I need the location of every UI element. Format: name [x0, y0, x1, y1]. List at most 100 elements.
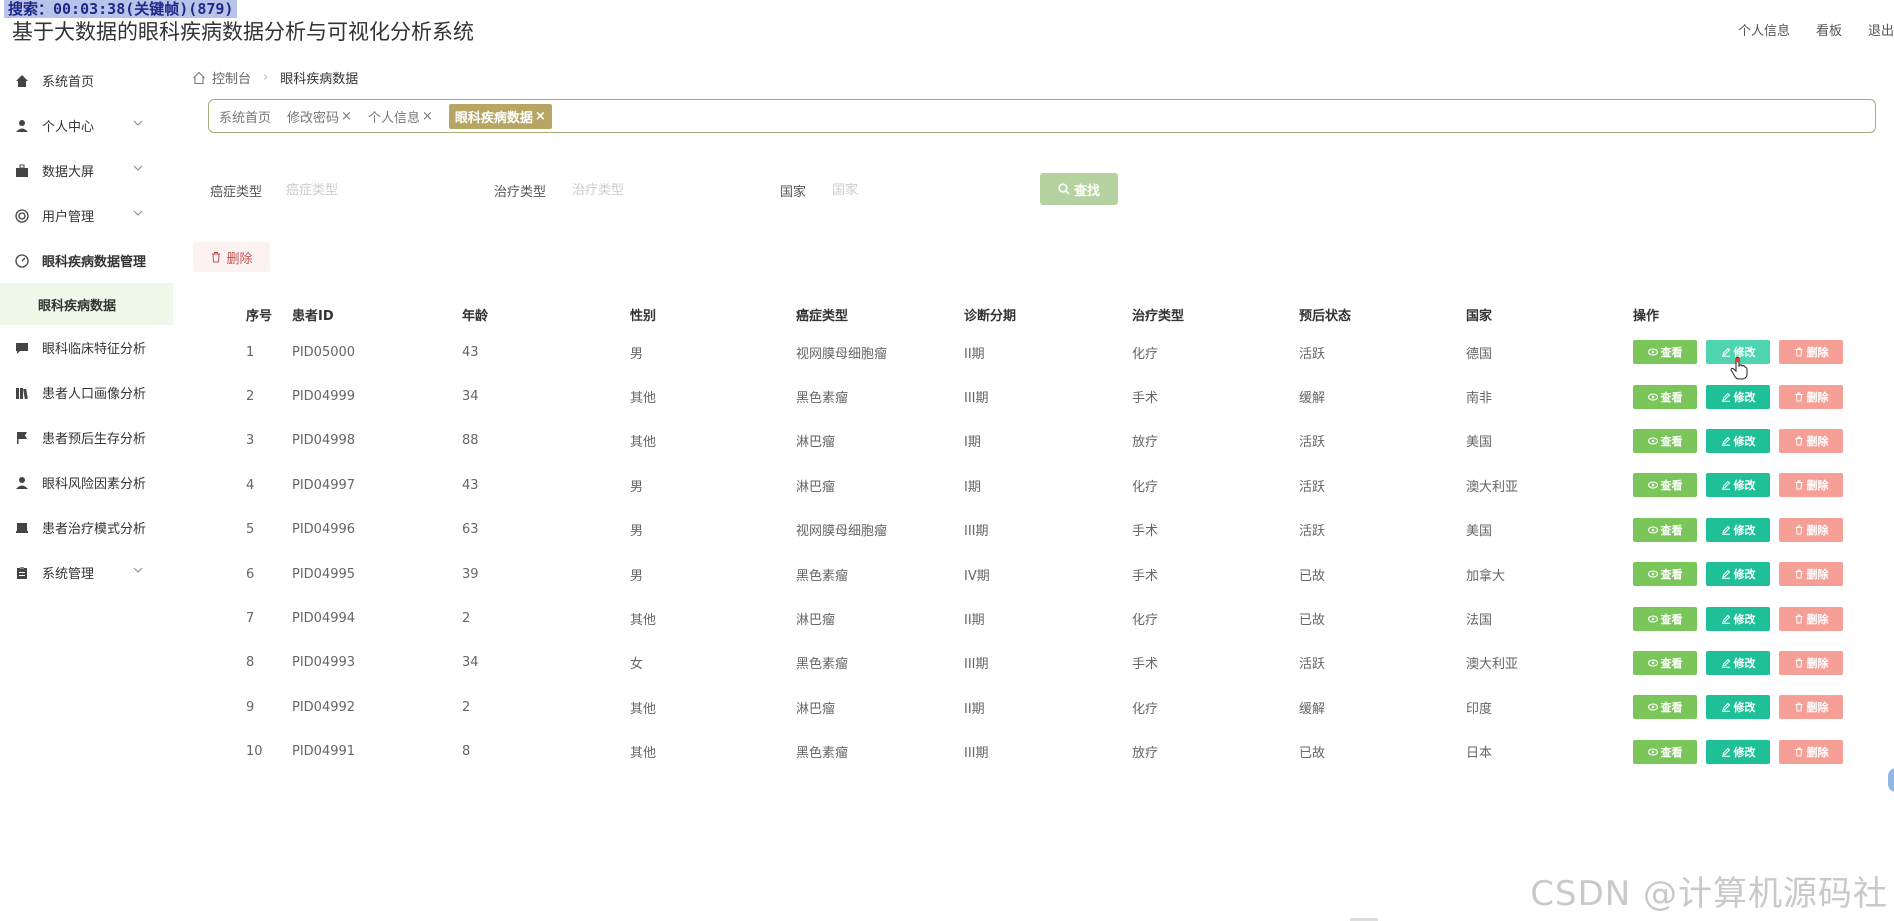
view-button[interactable]: 查看 — [1633, 428, 1697, 453]
sidebar-subitem-eye-data[interactable]: 眼科疾病数据 — [0, 283, 173, 325]
search-button[interactable]: 查找 — [1040, 173, 1118, 205]
cell-gender: 其他 — [630, 701, 657, 717]
edit-icon — [1721, 702, 1731, 713]
table-header: 序号 患者ID 年龄 性别 癌症类型 诊断分期 治疗类型 预后状态 国家 操作 — [230, 298, 1890, 330]
edit-button[interactable]: 修改 — [1706, 606, 1770, 631]
view-button[interactable]: 查看 — [1633, 562, 1697, 587]
tag-profile[interactable]: 个人信息 × — [368, 107, 433, 126]
cell-cancer-type: 视网膜母细胞瘤 — [796, 346, 888, 362]
edit-button[interactable]: 修改 — [1706, 739, 1770, 764]
delete-button[interactable]: 删除 — [1779, 384, 1843, 409]
chat-icon — [14, 340, 30, 356]
delete-button[interactable]: 删除 — [1779, 340, 1843, 365]
treatment-type-input[interactable] — [570, 177, 754, 203]
sidebar-item-home[interactable]: 系统首页 — [0, 58, 173, 103]
action-label: 查看 — [1660, 524, 1683, 537]
view-button[interactable]: 查看 — [1633, 517, 1697, 542]
view-button[interactable]: 查看 — [1633, 606, 1697, 631]
view-button[interactable]: 查看 — [1633, 340, 1697, 365]
tag-label: 系统首页 — [219, 110, 272, 126]
batch-delete-button[interactable]: 删除 — [193, 242, 270, 272]
edit-button[interactable]: 修改 — [1706, 650, 1770, 675]
sidebar-item-risk[interactable]: 眼科风险因素分析 — [0, 460, 173, 505]
edit-button[interactable]: 修改 — [1706, 473, 1770, 498]
country-input[interactable] — [830, 177, 1014, 203]
edit-icon — [1721, 747, 1731, 757]
cell-age: 43 — [462, 344, 479, 360]
sidebar-item-prognosis[interactable]: 患者预后生存分析 — [0, 415, 173, 460]
action-label: 修改 — [1733, 657, 1756, 670]
close-icon[interactable]: × — [535, 109, 546, 124]
delete-button[interactable]: 删除 — [1779, 606, 1843, 631]
cell-stage: I期 — [964, 479, 981, 495]
sidebar-item-bigscreen[interactable]: 数据大屏 — [0, 148, 173, 193]
sidebar-item-demographic[interactable]: 患者人口画像分析 — [0, 370, 173, 415]
cancer-type-input[interactable] — [284, 177, 468, 203]
watermark: CSDN @计算机源码社 — [1530, 874, 1888, 914]
view-button[interactable]: 查看 — [1633, 384, 1697, 409]
cell-gender: 其他 — [630, 391, 657, 407]
search-icon — [1058, 183, 1070, 195]
cell-cancer-type: 黑色素瘤 — [796, 568, 849, 584]
cell-country: 日本 — [1466, 746, 1493, 762]
tag-home[interactable]: 系统首页 — [219, 107, 271, 126]
cell-gender: 其他 — [630, 746, 657, 762]
delete-button[interactable]: 删除 — [1779, 428, 1843, 453]
cell-gender: 男 — [630, 479, 644, 495]
cell-country: 德国 — [1466, 346, 1493, 362]
delete-button[interactable]: 删除 — [1779, 562, 1843, 587]
delete-button[interactable]: 删除 — [1779, 517, 1843, 542]
edit-button[interactable]: 修改 — [1706, 562, 1770, 587]
sidebar-item-treatment[interactable]: 患者治疗模式分析 — [0, 505, 173, 550]
close-icon[interactable]: × — [341, 109, 352, 124]
action-label: 查看 — [1660, 702, 1683, 715]
tag-eye-data[interactable]: 眼科疾病数据 × — [448, 103, 552, 129]
cell-patient-id: PID04994 — [292, 611, 356, 627]
sidebar-item-personal[interactable]: 个人中心 — [0, 103, 173, 148]
app-title: 基于大数据的眼科疾病数据分析与可视化分析系统 — [12, 20, 474, 44]
sidebar-item-clinical[interactable]: 眼科临床特征分析 — [0, 325, 173, 370]
logout-link[interactable]: 退出 — [1868, 20, 1894, 39]
delete-button[interactable]: 删除 — [1779, 473, 1843, 498]
header-cancer-type: 癌症类型 — [796, 308, 849, 324]
breadcrumb: 控制台 › 眼科疾病数据 — [192, 68, 358, 87]
cell-treatment: 手术 — [1132, 391, 1159, 407]
sidebar-item-system[interactable]: 系统管理 — [0, 550, 173, 595]
cell-treatment: 化疗 — [1132, 479, 1159, 495]
close-icon[interactable]: × — [422, 109, 433, 124]
cell-age: 43 — [462, 477, 479, 493]
cancer-type-label: 癌症类型 — [210, 185, 263, 200]
edit-button[interactable]: 修改 — [1706, 517, 1770, 542]
cell-cancer-type: 黑色素瘤 — [796, 657, 849, 673]
edit-button[interactable]: 修改 — [1706, 428, 1770, 453]
trash-icon — [1794, 347, 1804, 357]
sidebar-item-eye-data[interactable]: 眼科疾病数据管理 — [0, 238, 173, 283]
cell-index: 7 — [246, 611, 255, 627]
delete-button[interactable]: 删除 — [1779, 739, 1843, 764]
floating-handle[interactable] — [1888, 768, 1894, 792]
edit-button[interactable]: 修改 — [1706, 695, 1770, 720]
cell-country: 南非 — [1466, 391, 1493, 407]
cell-treatment: 化疗 — [1132, 701, 1159, 717]
cell-gender: 女 — [630, 657, 644, 673]
edit-button[interactable]: 修改 — [1706, 384, 1770, 409]
breadcrumb-home[interactable]: 控制台 — [212, 68, 251, 87]
delete-button[interactable]: 删除 — [1779, 650, 1843, 675]
view-button[interactable]: 查看 — [1633, 739, 1697, 764]
action-label: 修改 — [1733, 480, 1756, 493]
tag-label: 修改密码 — [287, 110, 340, 126]
action-label: 删除 — [1806, 702, 1829, 715]
dashboard-link[interactable]: 看板 — [1816, 20, 1842, 39]
view-button[interactable]: 查看 — [1633, 473, 1697, 498]
action-label: 查看 — [1660, 746, 1683, 759]
chevron-down-icon — [133, 567, 143, 573]
table-row: 10 PID04991 8 其他 黑色素瘤 III期 放疗 已故 日本 查看 修改 删除 — [230, 730, 1890, 774]
sidebar-item-users[interactable]: 用户管理 — [0, 193, 173, 238]
view-button[interactable]: 查看 — [1633, 695, 1697, 720]
sidebar-item-label: 患者人口画像分析 — [42, 387, 147, 402]
delete-button[interactable]: 删除 — [1779, 695, 1843, 720]
view-button[interactable]: 查看 — [1633, 650, 1697, 675]
profile-link[interactable]: 个人信息 — [1738, 20, 1790, 39]
cell-stage: II期 — [964, 346, 985, 362]
tag-change-password[interactable]: 修改密码 × — [287, 107, 352, 126]
